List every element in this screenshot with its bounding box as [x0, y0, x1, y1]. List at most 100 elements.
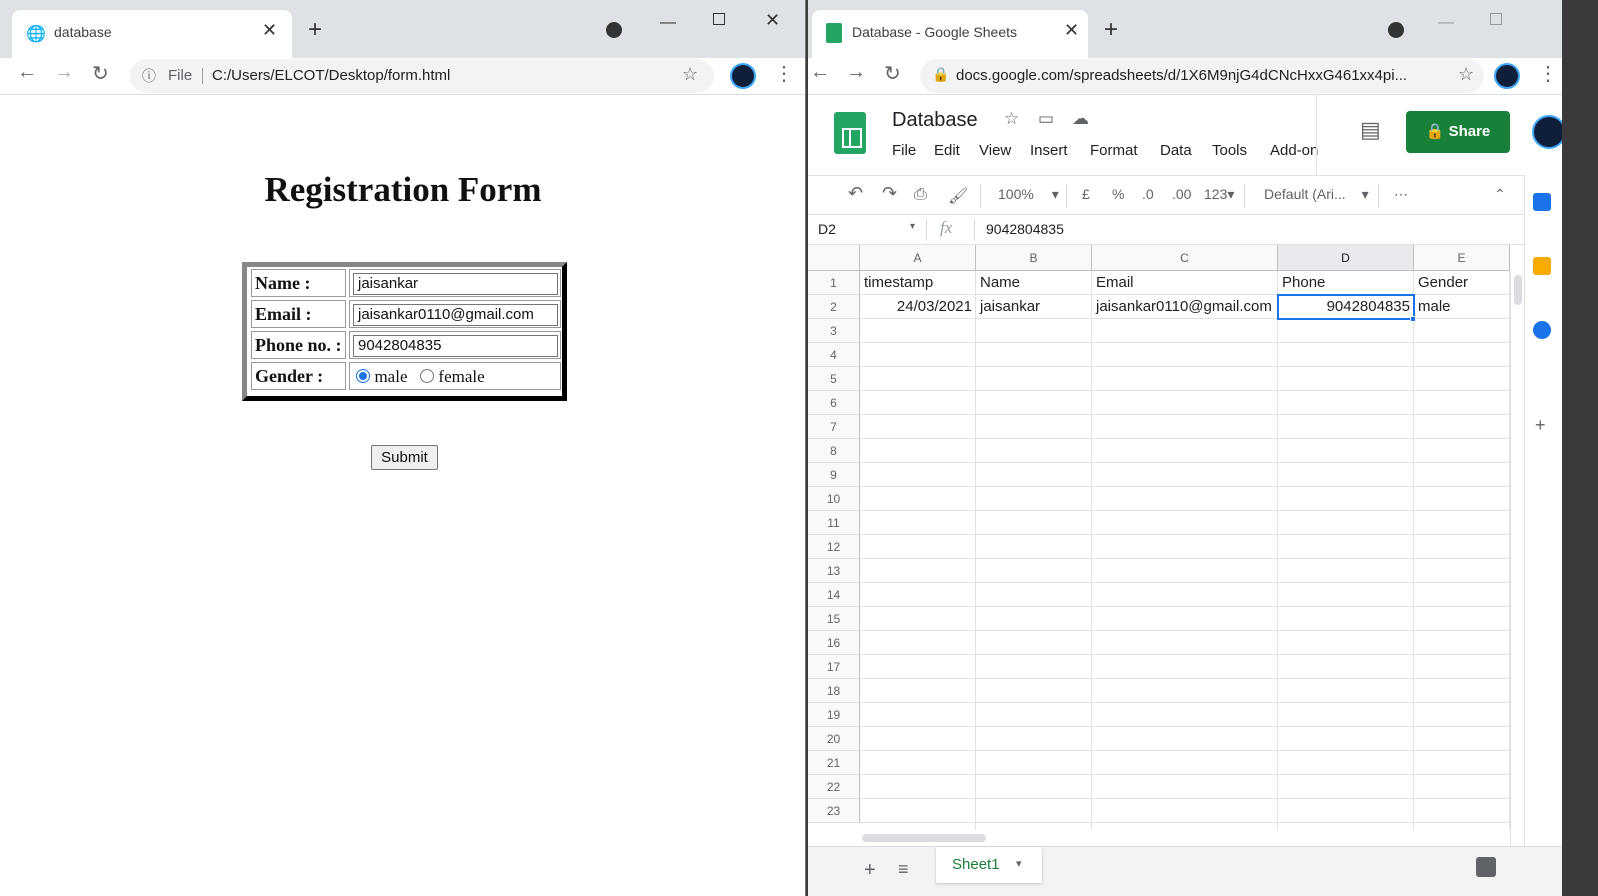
tasks-icon[interactable] — [1533, 321, 1551, 339]
vertical-scroll-thumb[interactable] — [1514, 275, 1522, 305]
add-sheet-icon[interactable]: + — [864, 859, 876, 882]
back-icon[interactable]: ← — [17, 61, 37, 84]
select-all-corner[interactable] — [808, 245, 860, 271]
column-header-d[interactable]: D — [1278, 245, 1414, 271]
row-header[interactable]: 8 — [808, 439, 860, 463]
row-header[interactable]: 2 — [808, 295, 860, 319]
row-header[interactable]: 21 — [808, 751, 860, 775]
zoom-select[interactable]: 100% ▾ — [998, 186, 1059, 203]
account-avatar[interactable] — [1532, 115, 1562, 149]
more-menu-icon[interactable]: ⋮ — [1538, 61, 1558, 86]
horizontal-scroll-thumb[interactable] — [862, 834, 986, 842]
sheet-tab-dropdown-icon[interactable]: ▾ — [1016, 857, 1022, 870]
new-tab-icon[interactable]: + — [308, 16, 322, 44]
minimize-icon[interactable]: — — [660, 14, 676, 32]
menu-data[interactable]: Data — [1160, 142, 1192, 159]
move-folder-icon[interactable]: ▭ — [1038, 109, 1054, 129]
reload-icon[interactable]: ↻ — [884, 61, 901, 86]
row-header[interactable]: 16 — [808, 631, 860, 655]
row-header[interactable]: 6 — [808, 391, 860, 415]
undo-icon[interactable]: ↶ — [848, 183, 863, 204]
row-header[interactable]: 3 — [808, 319, 860, 343]
all-sheets-icon[interactable]: ≡ — [898, 859, 909, 880]
number-format-select[interactable]: 123▾ — [1204, 186, 1234, 203]
row-header[interactable]: 4 — [808, 343, 860, 367]
column-header-a[interactable]: A — [860, 245, 976, 271]
row-header[interactable]: 18 — [808, 679, 860, 703]
avatar[interactable] — [730, 63, 756, 89]
doc-title[interactable]: Database — [892, 109, 978, 132]
menu-format[interactable]: Format — [1090, 142, 1138, 159]
menu-edit[interactable]: Edit — [934, 142, 960, 159]
minimize-icon[interactable]: — — [1438, 14, 1454, 32]
tab-database[interactable]: 🌐 database ✕ — [12, 10, 292, 58]
email-input[interactable]: jaisankar0110@gmail.com — [353, 304, 558, 326]
cell-b2[interactable]: jaisankar — [976, 295, 1092, 319]
column-header-c[interactable]: C — [1092, 245, 1278, 271]
menu-file[interactable]: File — [892, 142, 916, 159]
more-menu-icon[interactable]: ⋮ — [774, 61, 794, 86]
maximize-icon[interactable] — [713, 13, 725, 25]
close-tab-icon[interactable]: ✕ — [1064, 20, 1079, 41]
name-box[interactable]: D2 — [818, 221, 836, 237]
paint-format-icon[interactable]: 🖌 — [948, 186, 968, 206]
row-header[interactable]: 20 — [808, 727, 860, 751]
menu-insert[interactable]: Insert — [1030, 142, 1068, 159]
reload-icon[interactable]: ↻ — [92, 61, 109, 86]
new-tab-icon[interactable]: + — [1104, 16, 1118, 44]
star-icon[interactable]: ☆ — [1004, 109, 1019, 129]
row-header[interactable]: 5 — [808, 367, 860, 391]
row-header[interactable]: 23 — [808, 799, 860, 823]
sheet-tab-sheet1[interactable]: Sheet1 ▾ — [936, 847, 1042, 883]
currency-format-button[interactable]: £ — [1082, 186, 1090, 202]
horizontal-scrollbar[interactable] — [860, 830, 1510, 846]
comment-history-icon[interactable]: ▤ — [1360, 117, 1381, 143]
formula-input[interactable]: 9042804835 — [986, 221, 1064, 237]
cell-e2[interactable]: male — [1414, 295, 1510, 319]
star-icon[interactable]: ☆ — [682, 64, 698, 85]
back-icon[interactable]: ← — [810, 61, 830, 84]
row-header[interactable]: 1 — [808, 271, 860, 295]
name-input[interactable]: jaisankar — [353, 273, 558, 295]
font-select[interactable]: Default (Ari... ▾ — [1264, 186, 1369, 203]
cell-b1[interactable]: Name — [976, 271, 1092, 295]
forward-icon[interactable]: → — [54, 61, 74, 84]
more-options-icon[interactable]: ⋯ — [1394, 186, 1408, 203]
explore-icon[interactable] — [1476, 857, 1496, 877]
row-header[interactable]: 17 — [808, 655, 860, 679]
column-header-e[interactable]: E — [1414, 245, 1510, 271]
get-addons-icon[interactable]: + — [1535, 415, 1546, 436]
row-header[interactable]: 12 — [808, 535, 860, 559]
menu-addons[interactable]: Add-on — [1270, 142, 1318, 159]
close-window-icon[interactable]: ✕ — [765, 10, 780, 31]
cell-c2[interactable]: jaisankar0110@gmail.com — [1092, 295, 1278, 319]
fill-handle[interactable] — [1410, 316, 1416, 322]
sheets-logo-icon[interactable] — [834, 112, 866, 154]
row-header[interactable]: 22 — [808, 775, 860, 799]
percent-format-button[interactable]: % — [1112, 186, 1124, 202]
row-header[interactable]: 11 — [808, 511, 860, 535]
calendar-icon[interactable] — [1533, 193, 1551, 211]
row-header[interactable]: 15 — [808, 607, 860, 631]
row-header[interactable]: 10 — [808, 487, 860, 511]
cell-a1[interactable]: timestamp — [860, 271, 976, 295]
submit-button[interactable]: Submit — [371, 445, 438, 470]
menu-tools[interactable]: Tools — [1212, 142, 1247, 159]
print-icon[interactable]: ⎙ — [914, 186, 927, 204]
cell-d1[interactable]: Phone — [1278, 271, 1414, 295]
maximize-icon[interactable] — [1490, 13, 1502, 25]
address-bar[interactable]: 🔒 docs.google.com/spreadsheets/d/1X6M9nj… — [920, 59, 1484, 93]
redo-icon[interactable]: ↷ — [882, 183, 897, 204]
column-header-b[interactable]: B — [976, 245, 1092, 271]
name-box-dropdown-icon[interactable]: ▾ — [910, 221, 915, 232]
row-header[interactable]: 7 — [808, 415, 860, 439]
vertical-scrollbar[interactable] — [1510, 271, 1524, 846]
cell-a2[interactable]: 24/03/2021 — [860, 295, 976, 319]
profile-menu-icon[interactable] — [1388, 22, 1404, 38]
keep-icon[interactable] — [1533, 257, 1551, 275]
row-header[interactable]: 14 — [808, 583, 860, 607]
menu-view[interactable]: View — [979, 142, 1011, 159]
phone-input[interactable]: 9042804835 — [353, 335, 558, 357]
row-header[interactable]: 9 — [808, 463, 860, 487]
profile-menu-icon[interactable] — [606, 22, 622, 38]
